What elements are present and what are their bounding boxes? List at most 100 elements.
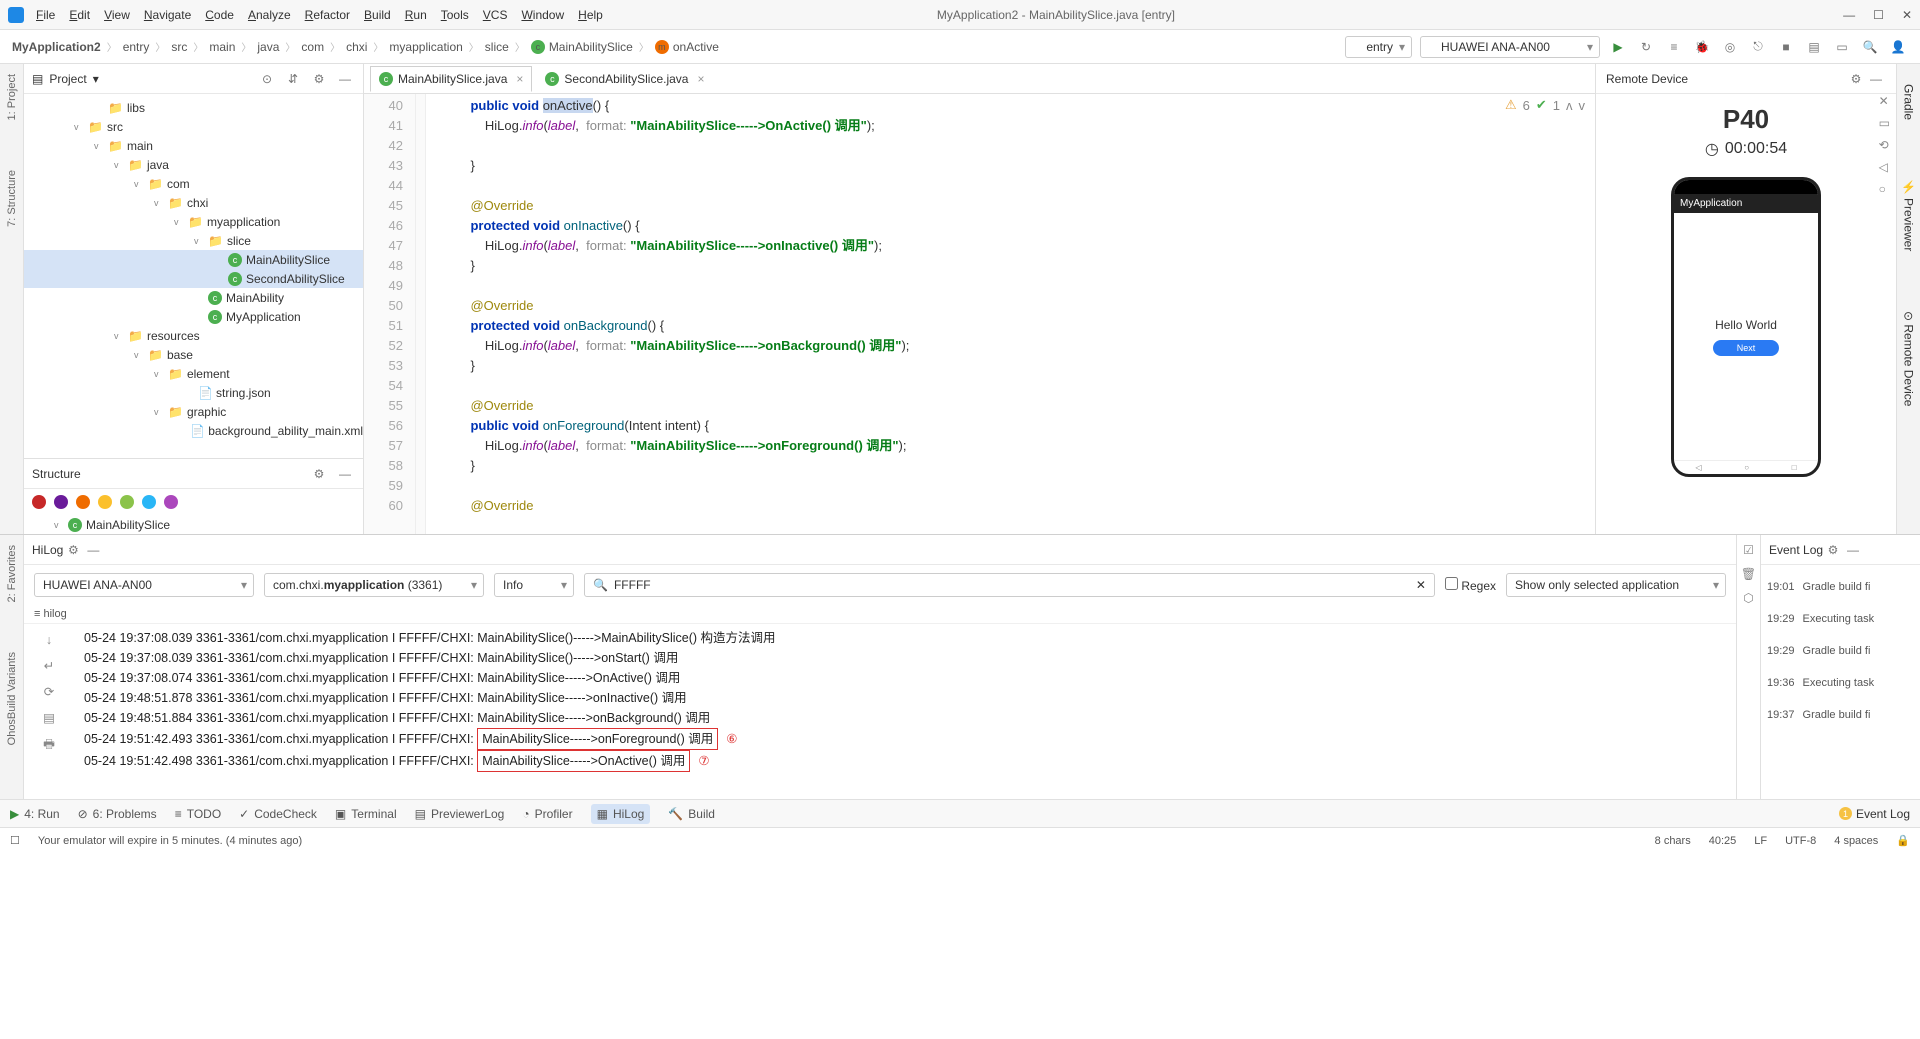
nav-back-icon[interactable]: ◁ [1695,463,1701,472]
regex-checkbox[interactable]: Regex [1445,577,1496,593]
filter-f-icon[interactable] [76,495,90,509]
tool-todo[interactable]: ≡ TODO [175,807,221,821]
event-row[interactable]: 19:36Executing task [1761,667,1920,699]
tool-structure-tab[interactable]: 7: Structure [6,170,18,227]
menu-vcs[interactable]: VCS [483,8,508,22]
tree-item[interactable]: cMainAbilitySlice [24,250,363,269]
sort-icon[interactable] [32,495,46,509]
remote-device-tab[interactable]: ⊙ Remote Device [1902,311,1916,406]
breadcrumb-item[interactable]: myapplication [389,40,462,54]
status-pos[interactable]: 40:25 [1709,835,1737,847]
tool-problems[interactable]: ⊘ 6: Problems [78,807,157,821]
tool-profiler[interactable]: ◔ Profiler [522,807,572,821]
log-search[interactable]: 🔍 FFFFF ✕ [584,573,1435,597]
run-config-select[interactable]: entry [1345,36,1412,58]
expand-icon[interactable]: ⇵ [283,69,303,89]
phone-preview[interactable]: MyApplication Hello World Next ◁ ○ □ [1671,177,1821,477]
tree-item[interactable]: v📁com [24,174,363,193]
debug-icon[interactable]: ≡ [1664,37,1684,57]
status-icon[interactable]: ☐ [10,834,20,847]
hilog-body[interactable]: ↓ ↵ ⟳ ▤ 🖶 05-24 19:37:08.039 3361-3361/c… [24,624,1736,799]
wrap-icon[interactable]: ↵ [44,656,54,676]
close-tab-icon[interactable]: × [516,72,523,86]
ohos-variants-tab[interactable]: OhosBuild Variants [6,652,18,745]
dropdown-icon[interactable]: ▾ [93,72,99,86]
tool-eventlog[interactable]: 1 Event Log [1839,807,1910,821]
close-icon[interactable]: ✕ [1902,8,1912,22]
run-icon[interactable]: ▶ [1608,37,1628,57]
trash-icon[interactable]: 🗑 [1741,567,1756,581]
restart-icon[interactable]: ⟳ [44,682,54,702]
inspection-widget[interactable]: ⚠6 ✔1 ʌ v [1505,97,1585,113]
menu-edit[interactable]: Edit [69,8,90,22]
event-row[interactable]: 19:01Gradle build fi [1761,571,1920,603]
tree-item[interactable]: v📁myapplication [24,212,363,231]
print-icon[interactable]: 🖶 [43,734,55,754]
rotate-left-icon[interactable]: ⟲ [1879,138,1890,152]
tree-item[interactable]: v📁chxi [24,193,363,212]
app-filter[interactable]: Show only selected application [1506,573,1726,597]
gear-icon[interactable]: ⚙ [63,540,83,560]
device-filter[interactable]: HUAWEI ANA-AN00 [34,573,254,597]
filter-c-icon[interactable] [142,495,156,509]
avatar-icon[interactable]: 👤 [1888,37,1908,57]
tool-terminal[interactable]: ▣ Terminal [335,807,397,821]
tree-item[interactable]: v📁element [24,364,363,383]
tool-run[interactable]: ▶4: Run [10,807,60,821]
status-indent[interactable]: 4 spaces [1834,835,1878,847]
close-tab-icon[interactable]: × [697,72,704,86]
level-filter[interactable]: Info [494,573,574,597]
editor-tab[interactable]: cMainAbilitySlice.java× [370,66,532,92]
tree-item[interactable]: v📁java [24,155,363,174]
breadcrumb-item[interactable]: java [257,40,279,54]
gradle-tab[interactable]: Gradle [1902,84,1916,120]
hide-icon[interactable]: — [335,69,355,89]
back-icon[interactable]: ◁ [1879,160,1890,174]
minimize-icon[interactable]: — [1843,8,1855,22]
event-row[interactable]: 19:37Gradle build fi [1761,699,1920,731]
filter-icon[interactable]: ▤ [43,708,55,728]
breadcrumb-item[interactable]: chxi [346,40,367,54]
hex-icon[interactable]: ⬡ [1743,591,1753,605]
profile-icon[interactable]: ◎ [1720,37,1740,57]
gear-icon[interactable]: ⚙ [309,464,329,484]
down-icon[interactable]: v [1579,98,1586,113]
event-row[interactable]: 19:29Executing task [1761,603,1920,635]
tree-item[interactable]: 📄background_ability_main.xml [24,421,363,440]
sync-icon[interactable]: ▭ [1832,37,1852,57]
menu-build[interactable]: Build [364,8,391,22]
target-icon[interactable]: ⊙ [257,69,277,89]
tool-hilog[interactable]: ▦ HiLog [591,804,651,824]
filter-l-icon[interactable] [120,495,134,509]
breadcrumb-item[interactable]: cMainAbilitySlice [531,40,633,54]
menu-file[interactable]: File [36,8,55,22]
nav-recent-icon[interactable]: □ [1792,463,1797,472]
menu-help[interactable]: Help [578,8,603,22]
tree-item[interactable]: v📁resources [24,326,363,345]
code-area[interactable]: 4041424344454647484950515253545556575859… [364,94,1595,534]
maximize-icon[interactable]: ☐ [1873,8,1884,22]
device-select[interactable]: HUAWEI ANA-AN00 [1420,36,1600,58]
tree-item[interactable]: v📁src [24,117,363,136]
scroll-end-icon[interactable]: ↓ [46,630,52,650]
tree-item[interactable]: v📁main [24,136,363,155]
close-device-icon[interactable]: ✕ [1879,94,1890,108]
tool-build[interactable]: 🔨 Build [668,807,715,821]
breadcrumb-item[interactable]: entry [123,40,150,54]
bug-icon[interactable]: 🐞 [1692,37,1712,57]
project-title[interactable]: Project [49,72,86,86]
breadcrumb-item[interactable]: MyApplication2 [12,40,101,54]
gear-icon[interactable]: ⚙ [1846,69,1866,89]
menu-run[interactable]: Run [405,8,427,22]
search-icon[interactable]: 🔍 [1860,37,1880,57]
tree-item[interactable]: 📄string.json [24,383,363,402]
status-enc[interactable]: UTF-8 [1785,835,1816,847]
breadcrumb-item[interactable]: src [171,40,187,54]
hide-icon[interactable]: — [335,464,355,484]
menu-navigate[interactable]: Navigate [144,8,191,22]
lock-icon[interactable]: 🔒 [1896,834,1910,847]
gear-icon[interactable]: ⚙ [309,69,329,89]
status-le[interactable]: LF [1754,835,1767,847]
filter-a-icon[interactable] [98,495,112,509]
event-row[interactable]: 19:29Gradle build fi [1761,635,1920,667]
